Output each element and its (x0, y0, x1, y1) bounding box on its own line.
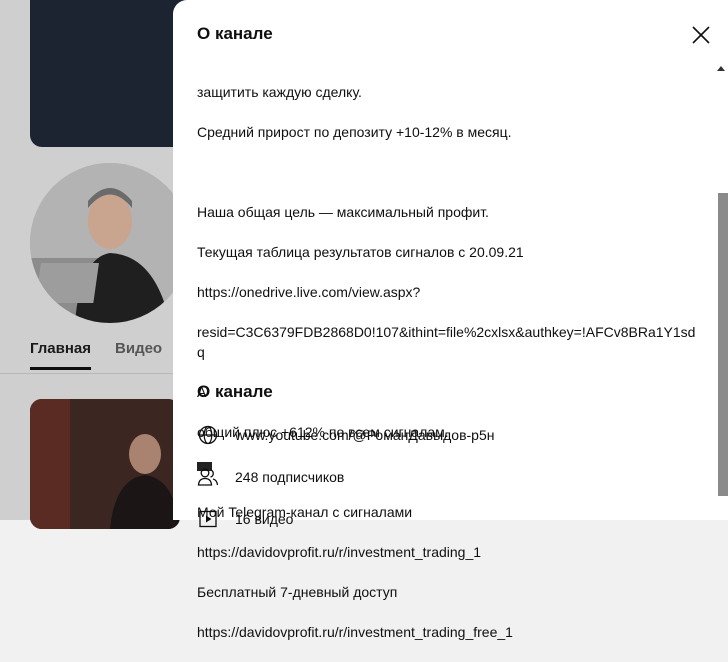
channel-banner (30, 0, 190, 147)
tab-home[interactable]: Главная (30, 340, 92, 370)
description-line (197, 162, 697, 182)
channel-tabs: Главная Видео (30, 340, 162, 370)
subscriber-count: 248 подписчиков (235, 469, 345, 485)
video-count: 16 видео (235, 511, 294, 527)
scroll-up-arrow-icon[interactable] (717, 66, 725, 71)
tabs-divider (0, 373, 180, 374)
channel-url-row[interactable]: www.youtube.com/@РоманДавыдов-р5н (197, 424, 495, 446)
subscribers-icon (197, 466, 219, 488)
videos-row: 16 видео (197, 508, 293, 530)
about-section-title: О канале (197, 382, 273, 401)
description-link[interactable]: https://davidovprofit.ru/r/investment_tr… (197, 622, 697, 642)
about-panel: О канале защитить каждую сделку. Средний… (173, 0, 728, 640)
description-link[interactable]: resid=C3C6379FDB2868D0!107&ithint=file%2… (197, 322, 697, 362)
channel-description: защитить каждую сделку. Средний прирост … (197, 62, 697, 662)
description-line: Наша общая цель — максимальный профит. (197, 204, 489, 220)
panel-title: О канале (197, 24, 273, 43)
description-line: Текущая таблица результатов сигналов с 2… (197, 244, 524, 260)
description-link[interactable]: https://onedrive.live.com/view.aspx? (197, 282, 697, 302)
tab-videos[interactable]: Видео (115, 340, 162, 370)
video-thumbnail-image (30, 399, 180, 529)
globe-icon (197, 424, 219, 446)
description-line: Бесплатный 7-дневный доступ (197, 584, 398, 600)
close-icon (692, 26, 710, 44)
close-button[interactable] (688, 22, 714, 48)
avatar-photo (30, 163, 190, 323)
channel-url[interactable]: www.youtube.com/@РоманДавыдов-р5н (235, 427, 495, 443)
video-thumbnail[interactable] (30, 399, 180, 529)
description-link[interactable]: https://davidovprofit.ru/r/investment_tr… (197, 542, 697, 562)
description-line: защитить каждую сделку. (197, 84, 362, 100)
scrollbar-thumb[interactable] (718, 193, 728, 496)
video-play-icon (197, 508, 219, 530)
channel-avatar[interactable] (30, 163, 190, 323)
subscribers-row: 248 подписчиков (197, 466, 344, 488)
description-line: Средний прирост по депозиту +10-12% в ме… (197, 124, 512, 140)
